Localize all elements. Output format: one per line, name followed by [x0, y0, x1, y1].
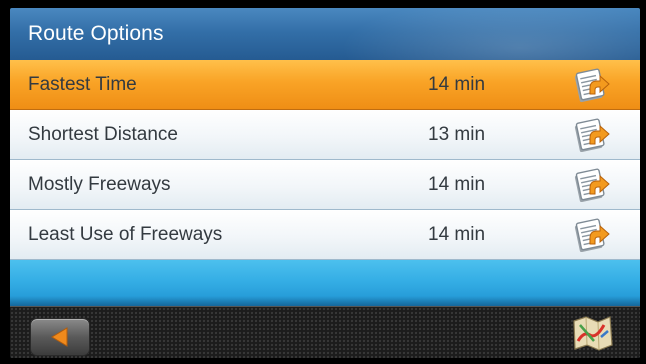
bottom-toolbar [10, 306, 640, 358]
route-options-list: Fastest Time 14 min Shortest Distance 13… [10, 60, 640, 260]
route-option-label: Mostly Freeways [28, 174, 171, 195]
back-button[interactable] [30, 318, 90, 356]
route-detail-icon[interactable] [572, 216, 612, 254]
map-button[interactable] [568, 311, 616, 355]
page-title: Route Options [28, 22, 164, 45]
route-option-mostly-freeways[interactable]: Mostly Freeways 14 min [10, 160, 640, 210]
route-option-time: 14 min [428, 174, 486, 195]
route-detail-icon[interactable] [572, 116, 612, 154]
route-detail-icon[interactable] [572, 66, 612, 104]
header-bar: Route Options [10, 8, 640, 60]
route-option-label: Shortest Distance [28, 124, 178, 145]
route-detail-icon[interactable] [572, 166, 612, 204]
map-icon [573, 316, 613, 351]
route-option-least-use-of-freeways[interactable]: Least Use of Freeways 14 min [10, 210, 640, 260]
route-option-time: 14 min [428, 74, 486, 95]
route-option-time: 14 min [428, 224, 486, 245]
route-option-label: Least Use of Freeways [28, 224, 223, 245]
device-frame: Route Options Fastest Time 14 min Shorte… [0, 0, 646, 364]
route-option-shortest-distance[interactable]: Shortest Distance 13 min [10, 110, 640, 160]
route-option-label: Fastest Time [28, 74, 137, 95]
back-arrow-icon [51, 327, 68, 347]
screen: Route Options Fastest Time 14 min Shorte… [10, 8, 640, 358]
list-empty-area [10, 260, 640, 306]
route-option-time: 13 min [428, 124, 486, 145]
route-option-fastest-time[interactable]: Fastest Time 14 min [10, 60, 640, 110]
